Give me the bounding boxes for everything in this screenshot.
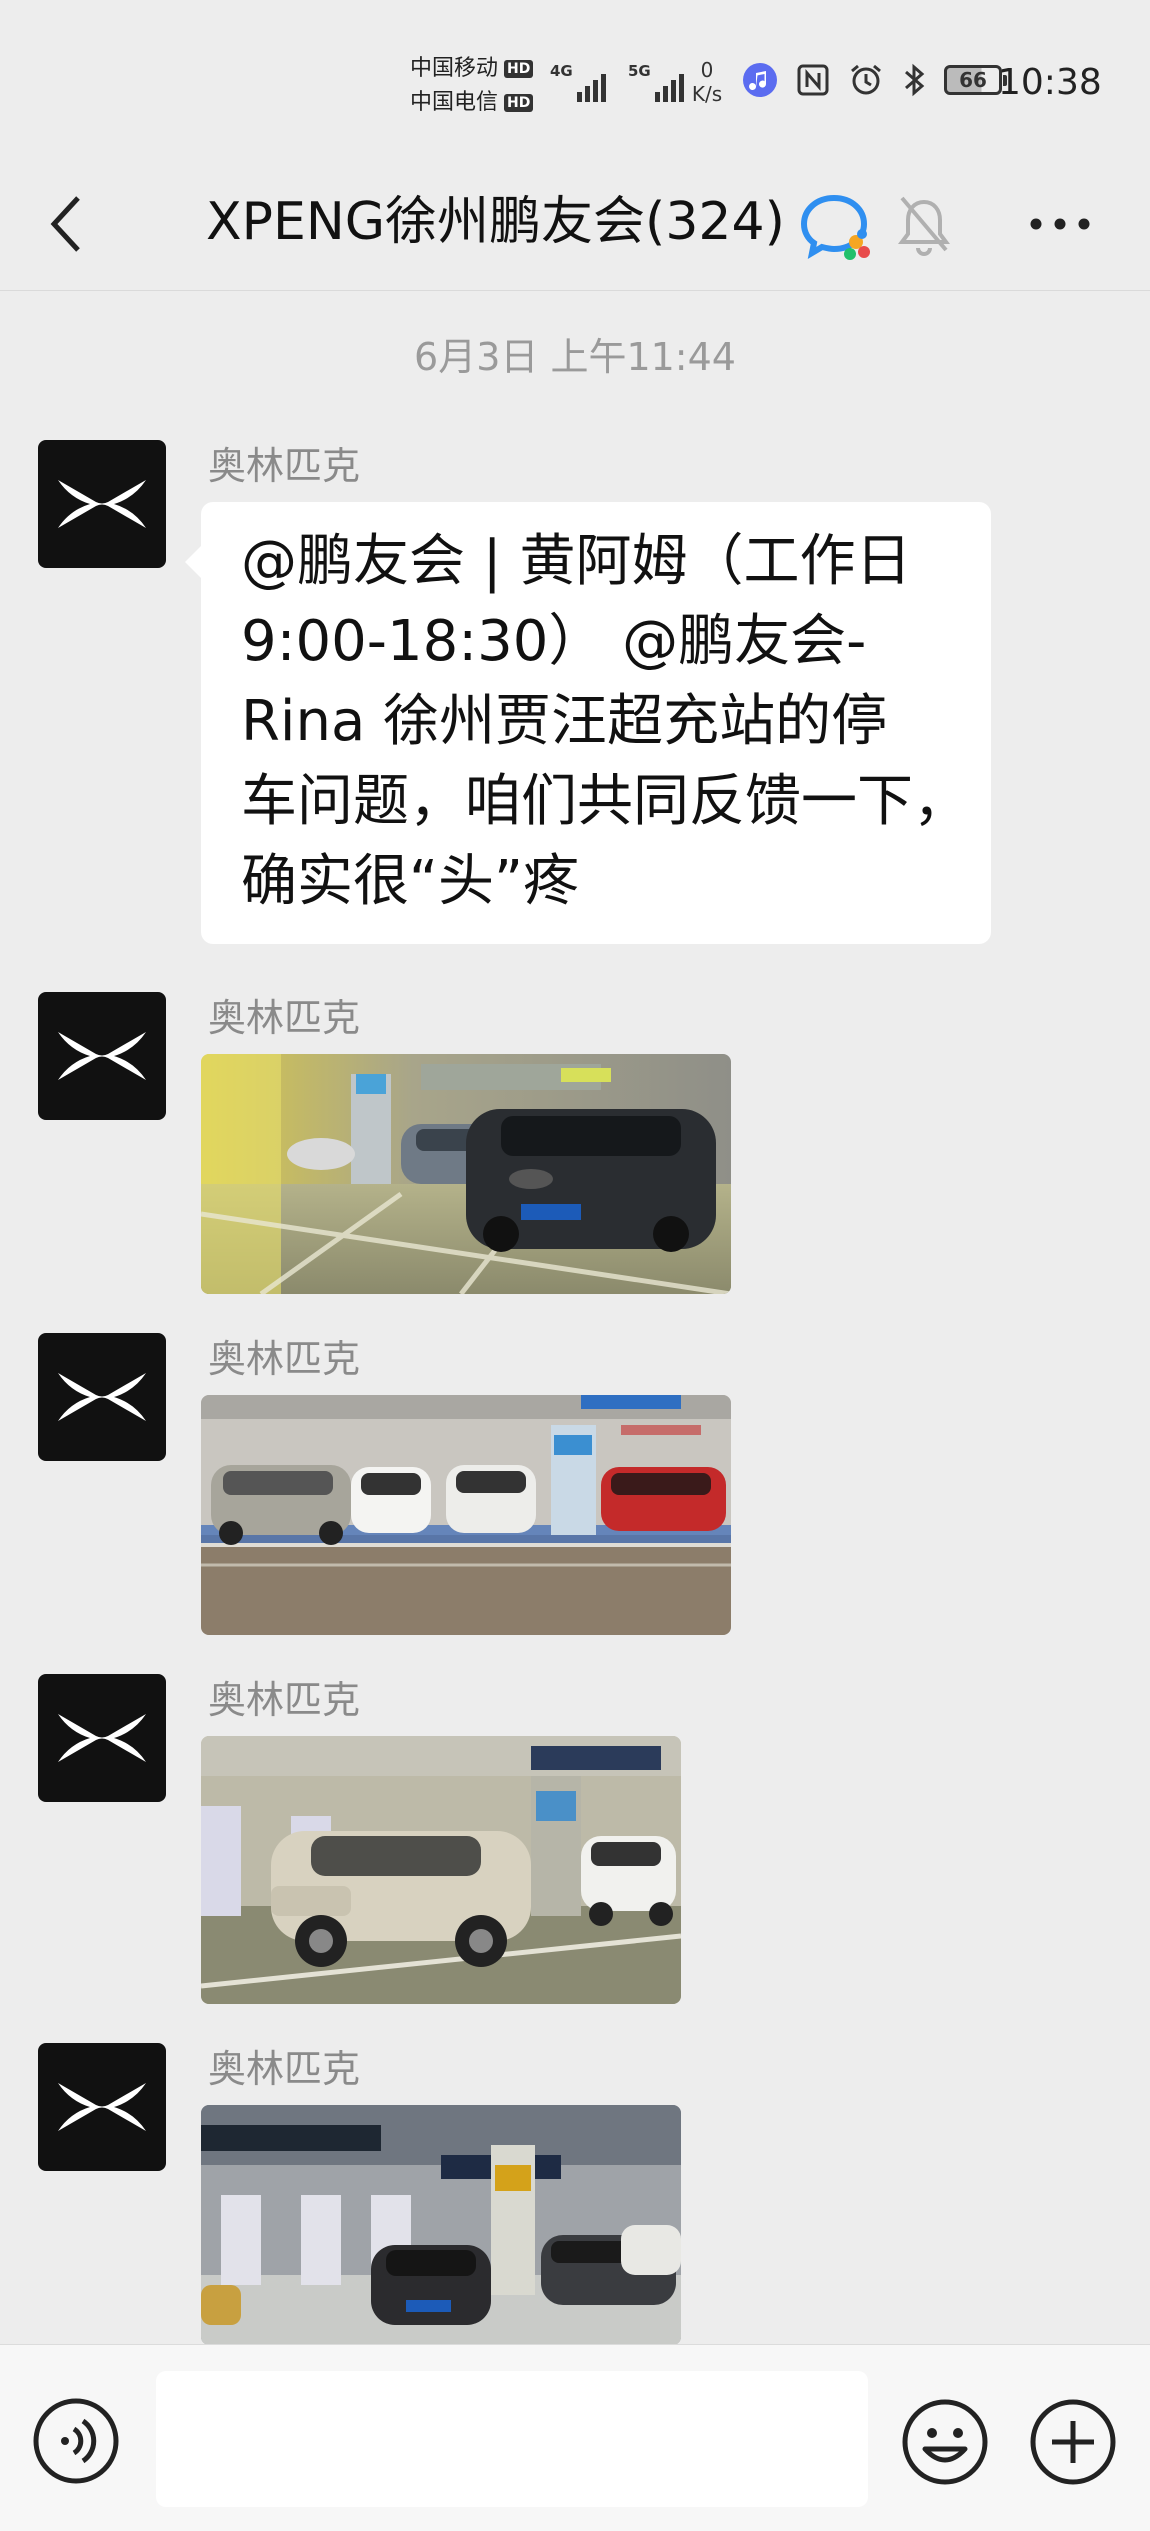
signal-4g-icon: 4G bbox=[550, 62, 606, 102]
message-text-line: 确实很“头”疼 bbox=[241, 849, 580, 914]
mute-bell-icon bbox=[898, 196, 950, 256]
avatar[interactable] bbox=[38, 1674, 166, 1802]
avatar[interactable] bbox=[38, 2043, 166, 2171]
xpeng-logo-icon bbox=[58, 1032, 146, 1080]
emoji-icon[interactable] bbox=[900, 2397, 990, 2487]
speed-value: 0 bbox=[700, 58, 714, 82]
chat-header: XPENG徐州鹏友会(324) bbox=[0, 160, 1150, 291]
status-bar: 中国移动 HD 中国电信 HD 4G 5G 0 K/s 66 10:38 bbox=[0, 0, 1150, 160]
message-timestamp: 6月3日 上午11:44 bbox=[414, 335, 736, 379]
voice-icon[interactable] bbox=[32, 2397, 120, 2485]
parking-photo-2[interactable] bbox=[201, 1395, 731, 1635]
xpeng-logo-icon bbox=[58, 1373, 146, 1421]
hd-badge: HD bbox=[504, 94, 534, 112]
plus-icon[interactable] bbox=[1028, 2397, 1118, 2487]
battery-icon: 66 bbox=[944, 65, 1007, 95]
alarm-icon bbox=[851, 64, 881, 95]
clock: 10:38 bbox=[998, 62, 1102, 103]
music-icon bbox=[743, 63, 777, 97]
avatar[interactable] bbox=[38, 440, 166, 568]
chat-title[interactable]: XPENG徐州鹏友会(324) bbox=[206, 180, 785, 264]
more-button[interactable] bbox=[1024, 184, 1096, 264]
nfc-icon bbox=[797, 64, 829, 96]
hd-badge: HD bbox=[504, 60, 534, 78]
sender-name: 奥林匹克 bbox=[208, 1678, 361, 1722]
text-bubble[interactable]: @鹏友会 | 黄阿姆（工作日 9:00-18:30） @鹏友会- Rina 徐州… bbox=[185, 502, 991, 944]
message-text-line: 车问题，咱们共同反馈一下， bbox=[241, 769, 969, 834]
carrier-2-label: 中国电信 bbox=[410, 90, 499, 115]
status-icons: 66 bbox=[742, 62, 1007, 98]
more-icon bbox=[1030, 218, 1090, 230]
message-text-line: 9:00-18:30） @鹏友会- bbox=[241, 609, 867, 674]
message-input[interactable] bbox=[156, 2371, 868, 2507]
xpeng-logo-icon bbox=[58, 480, 146, 528]
signal-5g-icon: 5G bbox=[628, 62, 684, 102]
signal-indicators: 4G 5G bbox=[550, 62, 684, 102]
parking-photo-3[interactable] bbox=[201, 1736, 681, 2004]
avatar[interactable] bbox=[38, 992, 166, 1120]
sender-name: 奥林匹克 bbox=[208, 2047, 361, 2091]
parking-photo-1[interactable] bbox=[201, 1054, 731, 1294]
xpeng-logo-icon bbox=[58, 1714, 146, 1762]
sender-name: 奥林匹克 bbox=[208, 1337, 361, 1381]
message-text-line: @鹏友会 | 黄阿姆（工作日 bbox=[241, 529, 912, 594]
carrier-1-label: 中国移动 bbox=[410, 56, 499, 81]
sender-name: 奥林匹克 bbox=[208, 996, 361, 1040]
network-type-label: 4G bbox=[550, 62, 573, 80]
network-type-label: 5G bbox=[628, 62, 651, 80]
avatar[interactable] bbox=[38, 1333, 166, 1461]
message-text-line: Rina 徐州贾汪超充站的停 bbox=[241, 689, 888, 754]
bluetooth-icon bbox=[905, 63, 925, 97]
parking-photo-4[interactable] bbox=[201, 2105, 681, 2345]
network-speed: 0 K/s bbox=[686, 58, 728, 106]
carrier-info: 中国移动 HD 中国电信 HD bbox=[410, 52, 534, 120]
speed-unit: K/s bbox=[691, 82, 723, 106]
xpeng-logo-icon bbox=[58, 2083, 146, 2131]
battery-level: 66 bbox=[959, 68, 987, 92]
back-icon bbox=[50, 196, 80, 252]
sender-name: 奥林匹克 bbox=[208, 444, 361, 488]
back-button[interactable] bbox=[36, 184, 96, 264]
input-bar bbox=[0, 2344, 1150, 2531]
wecom-icon[interactable] bbox=[800, 190, 874, 264]
